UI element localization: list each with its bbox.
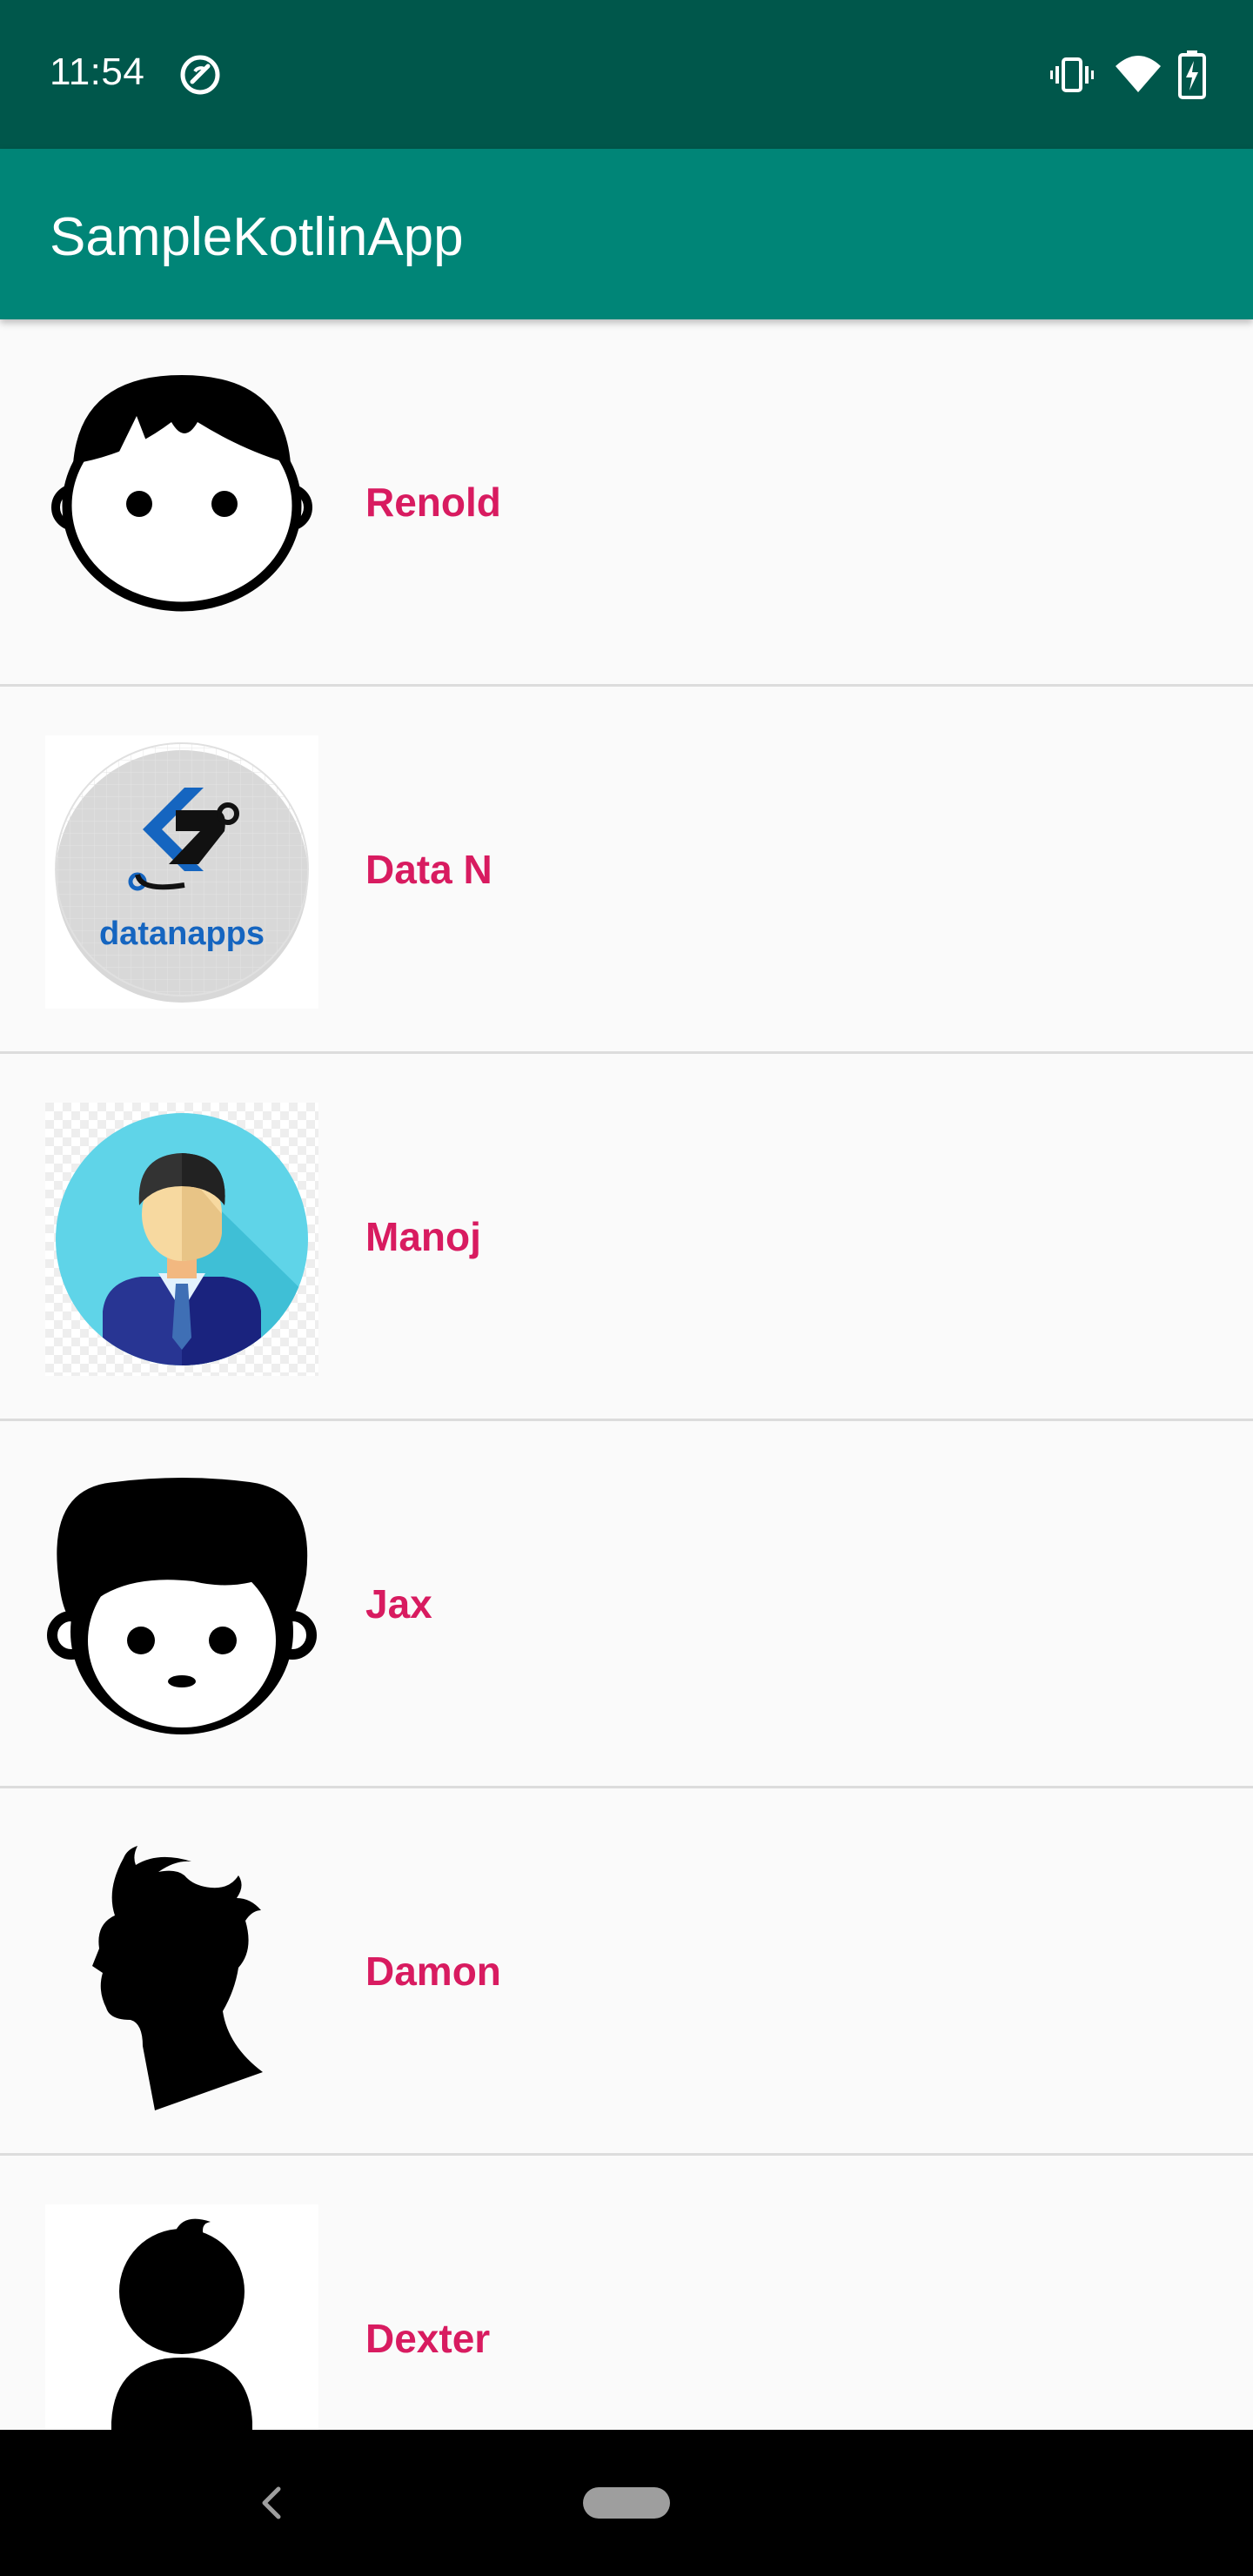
businessman-avatar <box>45 1103 318 1376</box>
vibrate-icon <box>1049 52 1095 102</box>
status-time: 11:54 <box>50 50 145 93</box>
wifi-icon <box>1114 52 1163 102</box>
contact-name: Jax <box>365 1580 432 1627</box>
navigation-bar <box>0 2430 1253 2576</box>
contact-name: Data N <box>365 846 492 892</box>
app-title: SampleKotlinApp <box>50 207 464 267</box>
list-item[interactable]: Renold <box>0 319 1253 687</box>
list-item[interactable]: datanapps Data N <box>0 687 1253 1054</box>
sync-icon <box>178 52 223 97</box>
contact-name: Damon <box>365 1948 501 1994</box>
back-icon[interactable] <box>252 2479 291 2527</box>
datanapps-logo: datanapps <box>45 735 318 1009</box>
contact-name: Dexter <box>365 2315 491 2361</box>
svg-text:datanapps: datanapps <box>99 916 265 952</box>
app-bar: SampleKotlinApp <box>0 149 1253 319</box>
boy-face-outline-icon <box>45 368 318 641</box>
man-profile-silhouette <box>45 1837 318 2110</box>
contact-list[interactable]: Renold datanapps Data N Manoj Jax Damon … <box>0 319 1253 2523</box>
home-pill[interactable] <box>583 2487 670 2519</box>
contact-name: Renold <box>365 479 501 525</box>
status-bar: 11:54 <box>0 0 1253 149</box>
list-item[interactable]: Jax <box>0 1421 1253 1788</box>
list-item[interactable]: Manoj <box>0 1054 1253 1421</box>
contact-name: Manoj <box>365 1213 481 1259</box>
boy-face-filled-hair-icon <box>45 1470 318 1743</box>
battery-charging-icon <box>1178 50 1206 104</box>
list-item[interactable]: Damon <box>0 1788 1253 2156</box>
